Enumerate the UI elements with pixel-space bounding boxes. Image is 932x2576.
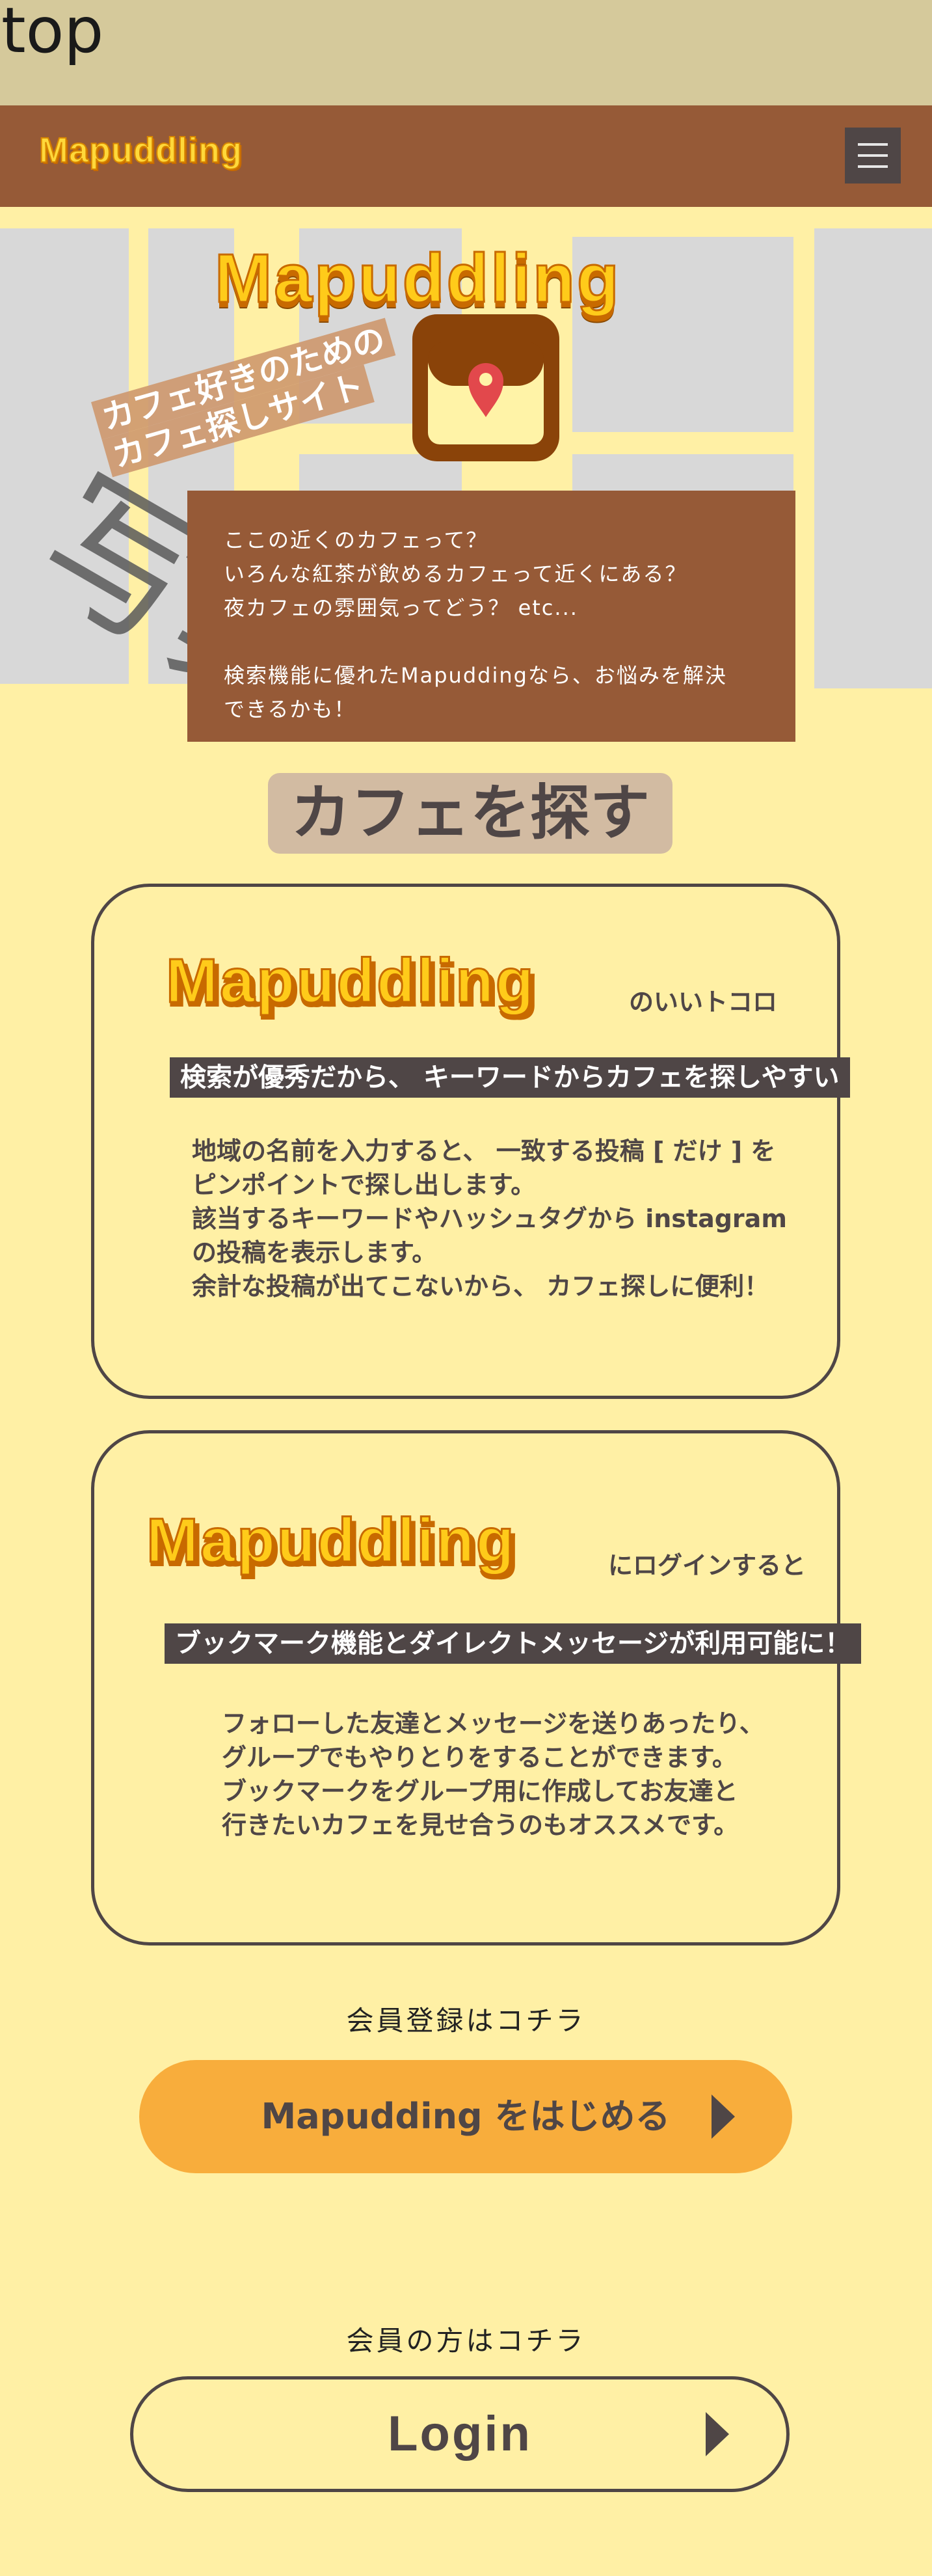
card-body: フォローした友達とメッセージを送りあったり、 グループでもやりとりをすることがで…: [222, 1707, 764, 1842]
hamburger-menu-button[interactable]: [845, 128, 901, 183]
login-button[interactable]: Login: [130, 2376, 790, 2492]
intro-line: いろんな紅茶が飲めるカフェって近くにある？: [224, 562, 687, 586]
header-logo[interactable]: Mapuddling: [38, 130, 243, 170]
play-arrow-icon: [706, 2412, 729, 2456]
intro-box: ここの近くのカフェって？ いろんな紅茶が飲めるカフェって近くにある？ 夜カフェの…: [187, 491, 795, 742]
card-body-line: 行きたいカフェを見せ合うのもオススメです。: [222, 1811, 739, 1839]
section-title: カフェを探す: [268, 773, 672, 854]
page-label-bar: top: [0, 0, 932, 105]
card-body-line: フォローした友達とメッセージを送りあったり、: [222, 1709, 764, 1738]
feature-card-login: Mapuddling にログインすると ブックマーク機能とダイレクトメッセージが…: [91, 1430, 862, 1946]
intro-line: ここの近くのカフェって？: [224, 528, 488, 552]
card-body-line: 地域の名前を入力すると、 一致する投稿 [ だけ ] を: [192, 1137, 776, 1165]
card-logo-suffix: のいいトコロ: [629, 988, 778, 1016]
site-header: Mapuddling: [0, 105, 932, 207]
menu-line-icon: [858, 165, 888, 168]
feature-card-search: Mapuddling のいいトコロ 検索が優秀だから、 キーワードからカフェを探…: [91, 884, 850, 1399]
card-subtitle: 検索が優秀だから、 キーワードからカフェを探しやすい: [170, 1057, 850, 1098]
register-label: 会員登録はコチラ: [346, 2005, 586, 2037]
card-body-line: 該当するキーワードやハッシュタグから instagram: [192, 1204, 787, 1233]
app-icon: [412, 314, 559, 461]
play-arrow-icon: [712, 2095, 735, 2139]
card-body-line: 余計な投稿が出てこないから、 カフェ探しに便利！: [192, 1272, 769, 1301]
card-subtitle: ブックマーク機能とダイレクトメッセージが利用可能に！: [165, 1623, 862, 1664]
login-button-label: Login: [388, 2406, 532, 2461]
start-button-label: Mapudding をはじめる: [261, 2096, 671, 2137]
login-label: 会員の方はコチラ: [346, 2325, 586, 2357]
card-body-line: ピンポイントで探し出します。: [192, 1171, 536, 1199]
card-body-line: グループでもやりとりをすることができます。: [222, 1743, 737, 1772]
menu-line-icon: [858, 143, 888, 146]
intro-line: できるかも！: [224, 697, 356, 722]
intro-line: 夜カフェの雰囲気ってどう？ etc...: [224, 595, 578, 620]
menu-line-icon: [858, 154, 888, 157]
intro-line: 検索機能に優れたMapuddingなら、お悩みを解決: [224, 663, 727, 688]
card-logo: Mapuddling: [146, 1505, 516, 1577]
card-body-line: の投稿を表示します。: [192, 1238, 437, 1267]
card-body: 地域の名前を入力すると、 一致する投稿 [ だけ ] を ピンポイントで探し出し…: [192, 1134, 787, 1303]
start-button[interactable]: Mapudding をはじめる: [139, 2060, 792, 2173]
page-label: top: [1, 0, 104, 67]
card-logo: Mapuddling: [165, 945, 536, 1017]
hero-section: 写真写真写真 Mapuddling カフェ好きのための カフェ探しサイト ここの…: [0, 207, 932, 753]
card-body-line: ブックマークをグループ用に作成してお友達と: [222, 1777, 738, 1806]
card-logo-suffix: にログインすると: [608, 1551, 806, 1580]
hero-title: Mapuddling: [214, 239, 621, 318]
map-pin-icon: [468, 363, 503, 417]
